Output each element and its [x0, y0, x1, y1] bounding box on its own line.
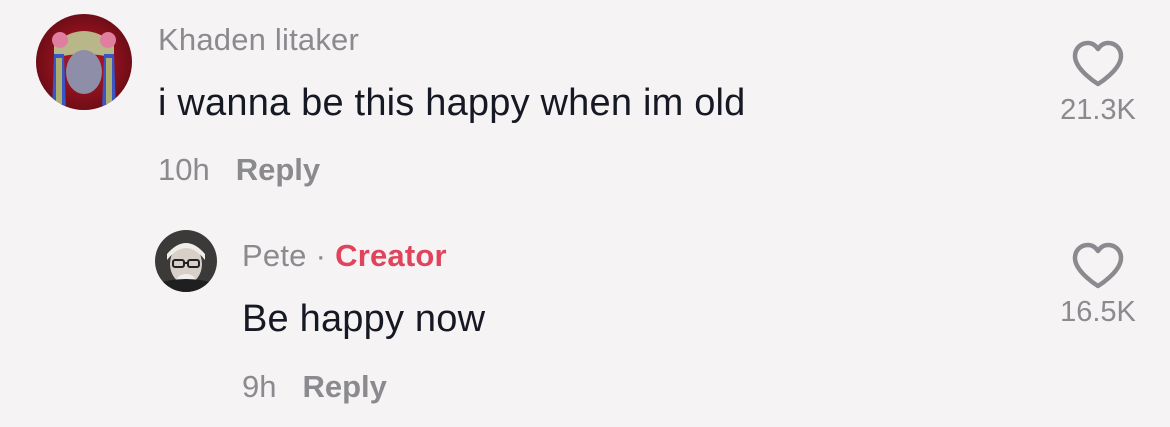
comment-text: i wanna be this happy when im old [158, 82, 746, 124]
like-count: 16.5K [1060, 296, 1136, 328]
comment-meta: 10h Reply [158, 152, 320, 188]
separator-dot: · [315, 238, 327, 273]
commenter-avatar[interactable] [36, 14, 132, 110]
heart-icon[interactable] [1071, 40, 1125, 88]
avatar-photo-icon [36, 14, 132, 110]
reply-meta: 9h Reply [242, 369, 387, 405]
comment-author[interactable]: Khaden litaker [158, 22, 359, 58]
replier-avatar[interactable] [155, 230, 217, 292]
reply-text: Be happy now [242, 298, 486, 340]
comment-timestamp: 10h [158, 152, 210, 187]
reply-button[interactable]: Reply [302, 369, 386, 404]
like-control[interactable]: 21.3K [1028, 40, 1168, 127]
heart-icon[interactable] [1071, 242, 1125, 290]
like-control[interactable]: 16.5K [1028, 242, 1168, 329]
reply-author[interactable]: Pete [242, 238, 307, 273]
avatar-photo-icon [155, 230, 217, 292]
reply-author-line: Pete · Creator [242, 238, 447, 274]
reply-timestamp: 9h [242, 369, 277, 404]
reply-button[interactable]: Reply [236, 152, 320, 187]
like-count: 21.3K [1060, 94, 1136, 126]
creator-badge: Creator [335, 238, 447, 273]
